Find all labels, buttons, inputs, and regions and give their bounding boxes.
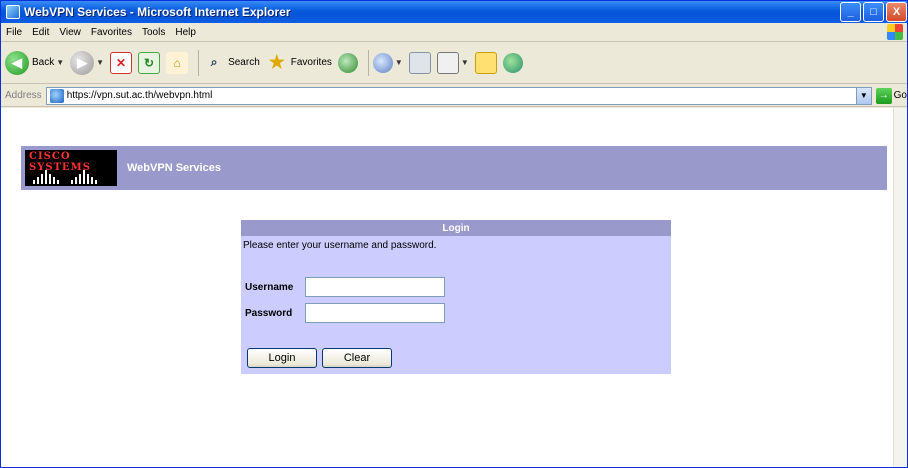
menu-help[interactable]: Help xyxy=(170,27,201,38)
menu-favorites[interactable]: Favorites xyxy=(86,27,137,38)
history-button[interactable] xyxy=(337,52,358,73)
go-button[interactable]: Go xyxy=(894,90,907,101)
address-bar: Address https://vpn.sut.ac.th/webvpn.htm… xyxy=(1,85,907,107)
toolbar: ◀ Back ▼ ▶ ▼ ✕ ↻ ⌂ ⌕ Search ★ Favorites xyxy=(1,42,907,84)
menu-file[interactable]: File xyxy=(1,27,27,38)
mail-icon xyxy=(372,52,393,73)
stop-button[interactable]: ✕ xyxy=(110,51,133,74)
window-title: WebVPN Services - Microsoft Internet Exp… xyxy=(24,5,291,19)
address-label: Address xyxy=(5,90,42,101)
login-header: Login xyxy=(241,220,671,236)
windows-logo-icon xyxy=(887,24,903,40)
back-dropdown-icon[interactable]: ▼ xyxy=(56,58,64,67)
clear-button[interactable]: Clear xyxy=(322,348,392,368)
username-row: Username xyxy=(245,277,445,297)
menu-bar: File Edit View Favorites Tools Help xyxy=(1,23,907,42)
menu-edit[interactable]: Edit xyxy=(27,27,54,38)
stop-icon: ✕ xyxy=(110,51,133,74)
browser-window: WebVPN Services - Microsoft Internet Exp… xyxy=(0,0,908,468)
folder-icon xyxy=(474,51,497,74)
search-icon: ⌕ xyxy=(210,55,218,69)
go-arrow-icon[interactable]: → xyxy=(875,87,892,104)
ie-app-icon xyxy=(6,5,20,19)
search-button[interactable]: ⌕ Search xyxy=(203,52,260,74)
forward-button[interactable]: ▶ ▼ xyxy=(70,50,104,75)
edit-button[interactable]: ▼ xyxy=(436,51,469,74)
webvpn-banner: CISCO SYSTEMS WebVPN Services xyxy=(21,146,887,190)
refresh-button[interactable]: ↻ xyxy=(138,51,161,74)
login-panel: Login Please enter your username and pas… xyxy=(241,220,671,374)
title-bar[interactable]: WebVPN Services - Microsoft Internet Exp… xyxy=(1,1,907,23)
mail-button[interactable]: ▼ xyxy=(372,52,403,73)
favorites-label: Favorites xyxy=(290,57,332,68)
banner-title: WebVPN Services xyxy=(127,162,221,174)
menu-tools[interactable]: Tools xyxy=(137,27,170,38)
edit-page-icon xyxy=(436,51,459,74)
messenger-button[interactable] xyxy=(502,52,523,73)
mail-dropdown-icon[interactable]: ▼ xyxy=(395,58,403,67)
password-input[interactable] xyxy=(305,303,445,323)
address-dropdown-icon[interactable]: ▼ xyxy=(855,87,871,104)
history-icon xyxy=(337,52,358,73)
username-input[interactable] xyxy=(305,277,445,297)
edit-dropdown-icon[interactable]: ▼ xyxy=(461,58,469,67)
password-label: Password xyxy=(245,307,293,319)
minimize-button[interactable]: _ xyxy=(840,2,861,22)
forward-arrow-icon: ▶ xyxy=(70,50,95,75)
search-label: Search xyxy=(228,57,260,68)
refresh-icon: ↻ xyxy=(138,51,161,74)
home-button[interactable]: ⌂ xyxy=(166,51,189,74)
cisco-bridge-icon xyxy=(33,170,97,184)
address-input[interactable]: https://vpn.sut.ac.th/webvpn.html ▼ xyxy=(45,86,872,105)
printer-icon xyxy=(408,51,431,74)
page-content: CISCO SYSTEMS WebVPN Services Login Plea… xyxy=(1,108,907,467)
password-row: Password xyxy=(245,303,445,323)
page-icon xyxy=(49,88,64,103)
window-controls: _ □ X xyxy=(840,2,907,22)
username-label: Username xyxy=(245,281,294,293)
print-button[interactable] xyxy=(408,51,431,74)
cisco-logo: CISCO SYSTEMS xyxy=(25,150,117,186)
login-instructions: Please enter your username and password. xyxy=(243,240,437,251)
address-url[interactable]: https://vpn.sut.ac.th/webvpn.html xyxy=(67,90,213,101)
back-button[interactable]: ◀ Back ▼ xyxy=(5,50,64,75)
forward-dropdown-icon[interactable]: ▼ xyxy=(96,58,104,67)
messenger-icon xyxy=(502,52,523,73)
menu-view[interactable]: View xyxy=(54,27,86,38)
back-label: Back xyxy=(32,57,55,68)
home-icon: ⌂ xyxy=(166,51,189,74)
close-button[interactable]: X xyxy=(886,2,907,22)
toolbar-separator xyxy=(198,49,200,76)
favorites-star-icon: ★ xyxy=(268,52,285,72)
favorites-button[interactable]: ★ Favorites xyxy=(266,52,332,74)
vertical-scrollbar[interactable] xyxy=(893,108,907,467)
discuss-button[interactable] xyxy=(474,51,497,74)
maximize-button[interactable]: □ xyxy=(863,2,884,22)
login-button[interactable]: Login xyxy=(247,348,317,368)
toolbar-separator xyxy=(367,49,369,76)
back-arrow-icon: ◀ xyxy=(5,50,29,75)
